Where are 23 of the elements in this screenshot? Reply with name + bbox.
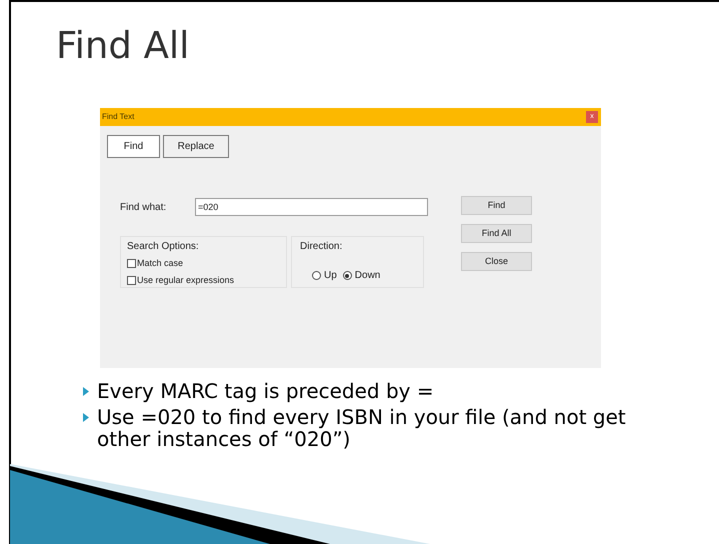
dialog-button[interactable]: Find All	[461, 224, 532, 243]
bullet-text: Use =020 to find every ISBN in your file (and not get other instances of “020”)	[97, 406, 627, 450]
bullet-icon	[83, 387, 89, 396]
slide-title: Find All	[56, 23, 190, 69]
dialog-button[interactable]: Find	[461, 196, 532, 215]
tab[interactable]: Replace	[163, 135, 229, 158]
checkbox[interactable]	[127, 259, 136, 268]
group-title: Direction:	[300, 240, 344, 254]
radio-button[interactable]	[342, 271, 352, 280]
find-what-field[interactable]: =020	[195, 198, 428, 216]
tab[interactable]: Find	[107, 135, 160, 158]
find-what-label: Find what:	[120, 200, 168, 214]
bullet-text: Every MARC tag is preceded by =	[97, 380, 434, 402]
dialog-button[interactable]: Close	[461, 252, 532, 271]
radio-label: Down	[354, 269, 380, 283]
checkbox-label: Match case	[137, 257, 184, 270]
dialog-title: Find Text	[102, 111, 134, 123]
bullet-icon	[83, 413, 89, 422]
group-title: Search Options:	[127, 240, 200, 254]
radio-label: Up	[324, 269, 337, 283]
checkbox-label: Use regular expressions	[137, 274, 234, 287]
checkbox[interactable]	[127, 276, 136, 285]
radio-button[interactable]	[312, 271, 321, 280]
